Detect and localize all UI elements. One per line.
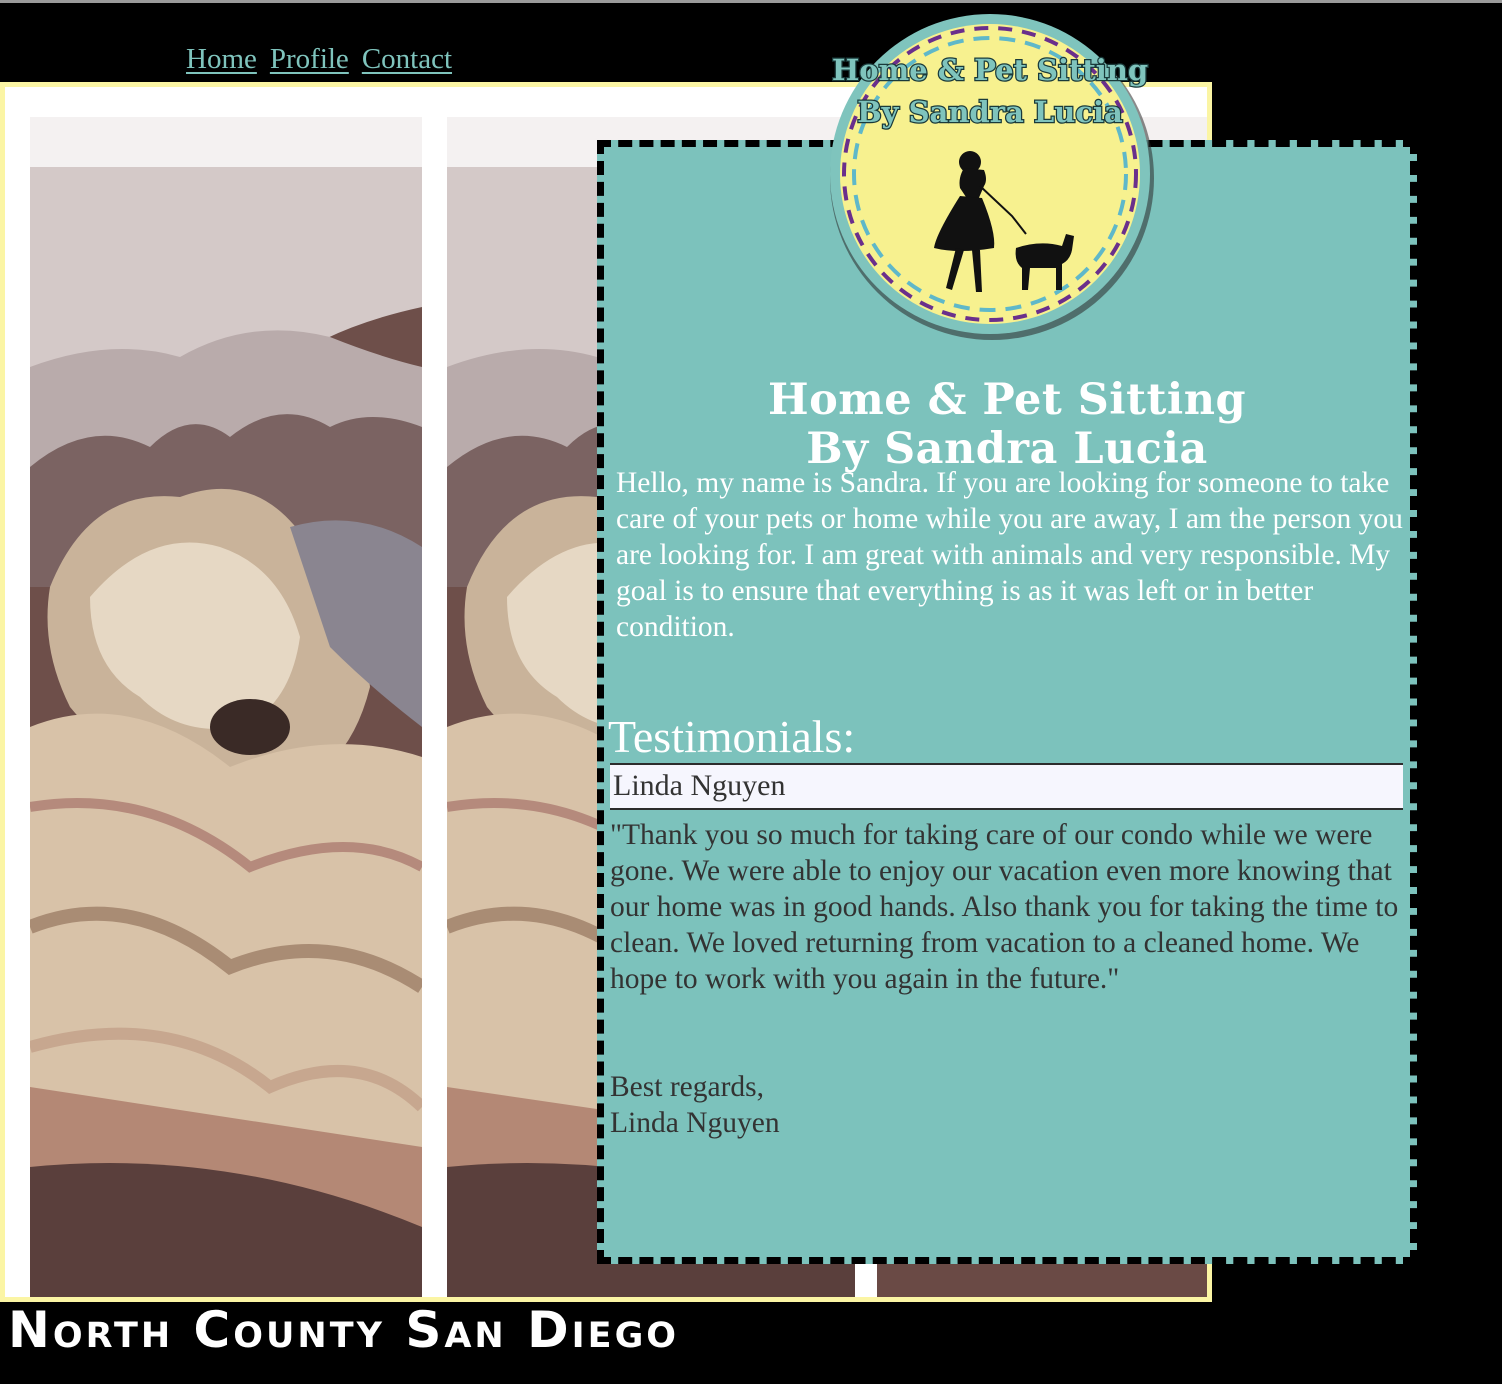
- main-nav: Home Profile Contact: [186, 41, 465, 77]
- testimonial-closing: Best regards,: [610, 1071, 765, 1103]
- intro-paragraph: Hello, my name is Sandra. If you are loo…: [616, 467, 1403, 643]
- logo-text-line-1: Home & Pet Sitting: [832, 53, 1148, 87]
- testimonial-signature: Linda Nguyen: [610, 1107, 780, 1139]
- page-title-line-1: Home & Pet Sitting: [767, 374, 1247, 425]
- testimonials-heading: Testimonials:: [608, 711, 856, 762]
- region-tagline: North County San Diego: [8, 1301, 680, 1359]
- testimonial-text: "Thank you so much for taking care of ou…: [610, 819, 1399, 995]
- page-title: Home & Pet Sitting By Sandra Lucia: [604, 374, 1410, 474]
- nav-link-home[interactable]: Home: [186, 43, 257, 75]
- gallery-photo-1: [30, 117, 422, 1297]
- nav-link-contact[interactable]: Contact: [362, 43, 452, 75]
- testimonial-sign-off: Best regards, Linda Nguyen: [610, 1069, 1210, 1141]
- brand-logo[interactable]: Home & Pet Sitting By Sandra Lucia: [818, 10, 1164, 342]
- nav-link-profile[interactable]: Profile: [270, 43, 349, 75]
- logo-text-line-2: By Sandra Lucia: [857, 95, 1123, 129]
- top-rule: [0, 0, 1502, 3]
- testimonial-author-header: Linda Nguyen: [610, 763, 1403, 810]
